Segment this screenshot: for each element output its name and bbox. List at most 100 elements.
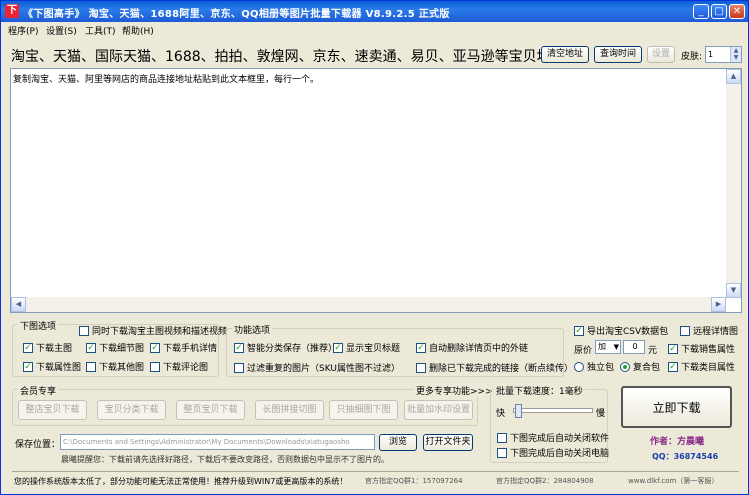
radio-combined[interactable]: 复合包 <box>620 360 660 373</box>
checkbox-label: 下载评论图 <box>163 363 209 373</box>
checkbox-remove-links[interactable]: ✓ 自动删除详情页中的外链 <box>416 341 528 354</box>
skin-value: 1 <box>708 50 714 59</box>
checkbox-remote-detail[interactable]: 远程详情图 <box>680 324 738 337</box>
price-value-input[interactable]: 0 <box>623 340 645 354</box>
function-options-group: 功能选项 ✓ 智能分类保存（推荐） ✓ 显示宝贝标题 ✓ 自动删除详情页中的外链 过滤… <box>226 323 573 377</box>
maximize-button[interactable]: □ <box>711 4 727 19</box>
radio-standalone[interactable]: 独立包 <box>574 360 614 373</box>
checkbox-box[interactable] <box>416 362 426 373</box>
checkmark-icon[interactable]: ✓ <box>574 325 584 336</box>
checkmark-icon[interactable]: ✓ <box>333 342 343 353</box>
checkbox-show-title[interactable]: ✓ 显示宝贝标题 <box>333 341 400 354</box>
long-image-button[interactable]: 长图拼接切图 <box>255 400 324 420</box>
address-label: 淘宝、天猫、国际天猫、1688、拍拍、敦煌网、京东、速卖通、易贝、亚马逊等宝贝地… <box>11 49 570 65</box>
checkbox-detail-image[interactable]: ✓ 下载细节图 <box>86 341 144 354</box>
checkbox-box[interactable] <box>234 362 244 373</box>
checkbox-box[interactable] <box>497 447 507 458</box>
chevron-down-icon[interactable]: ▼ <box>614 341 619 353</box>
checkbox-close-app[interactable]: 下图完成后自动关闭软件 <box>497 431 609 444</box>
address-row: 淘宝、天猫、国际天猫、1688、拍拍、敦煌网、京东、速卖通、易贝、亚马逊等宝贝地… <box>2 39 747 69</box>
clear-address-button[interactable]: 清空地址 <box>541 46 589 63</box>
checkbox-label: 过滤重复的图片（SKU属性图不过滤） <box>247 364 400 374</box>
website-link[interactable]: www.dlkf.com（第一客服） <box>628 476 718 486</box>
vertical-scrollbar[interactable]: ▲ ▼ <box>726 69 741 298</box>
scroll-down-icon[interactable]: ▼ <box>726 283 741 298</box>
title-bar[interactable]: 下 《下图高手》 淘宝、天猫、1688阿里、京东、QQ相册等图片批量下载器 V8… <box>1 1 748 22</box>
radio-button[interactable] <box>620 361 630 372</box>
checkbox-box[interactable] <box>79 325 89 336</box>
checkbox-sales-attr[interactable]: ✓ 下载销售属性 <box>668 342 735 355</box>
open-folder-button[interactable]: 打开文件夹 <box>423 434 473 451</box>
checkbox-label: 下载类目属性 <box>681 363 736 373</box>
query-time-button[interactable]: 查询时间 <box>594 46 642 63</box>
speed-slider-thumb[interactable] <box>515 404 522 418</box>
menu-help[interactable]: 帮助(H) <box>122 24 154 37</box>
spinner-arrows-icon[interactable]: ▲ ▼ <box>730 47 741 62</box>
skin-spinner[interactable]: 1 ▲ ▼ <box>705 46 742 63</box>
checkmark-icon[interactable]: ✓ <box>150 342 160 353</box>
close-button[interactable]: ✕ <box>729 4 745 19</box>
download-now-button[interactable]: 立即下载 <box>621 386 732 428</box>
checkmark-icon[interactable]: ✓ <box>23 361 33 372</box>
price-operator-select[interactable]: 加 ▼ <box>595 340 621 354</box>
checkbox-review-image[interactable]: 下载评论图 <box>150 360 208 373</box>
save-tip: 晨曦提醒您：下载前请先选择好路径，下载后不要改变路径，否则数据包中显示不了图片的… <box>61 455 389 464</box>
app-icon: 下 <box>5 4 19 18</box>
checkmark-icon[interactable]: ✓ <box>86 342 96 353</box>
speed-fast-label: 快 <box>496 409 506 419</box>
menu-bar: 程序(P) 设置(S) 工具(T) 帮助(H) <box>2 22 747 37</box>
menu-settings[interactable]: 设置(S) <box>46 24 77 37</box>
checkbox-delete-done[interactable]: 删除已下载完成的链接（断点续传） <box>416 361 573 374</box>
checkbox-box[interactable] <box>86 361 96 372</box>
scroll-up-icon[interactable]: ▲ <box>726 69 741 84</box>
save-path-input[interactable]: C:\Documents and Settings\Administrator\… <box>60 434 375 450</box>
minimize-button[interactable]: _ <box>693 4 709 19</box>
shop-download-button[interactable]: 整店宝贝下载 <box>18 400 87 420</box>
radio-label: 独立包 <box>587 363 615 373</box>
checkbox-other-image[interactable]: 下载其他图 <box>86 360 144 373</box>
checkbox-mobile-detail[interactable]: ✓ 下载手机详情 <box>150 341 217 354</box>
download-options-group: 下图选项 同时下载淘宝主图视频和描述视频 ✓ 下载主图 ✓ 下载细节图 ✓ 下载手机详… <box>12 319 227 377</box>
checkbox-attribute-image[interactable]: ✓ 下载属性图 <box>23 360 81 373</box>
checkbox-smart-save[interactable]: ✓ 智能分类保存（推荐） <box>234 341 337 354</box>
textarea-hint: 复制淘宝、天猫、阿里等网店的商品连接地址粘贴到此文本框里，每行一个。 <box>13 75 320 85</box>
detail-only-button[interactable]: 只抽细图下图 <box>329 400 398 420</box>
qq-group-2: 官方指定QQ群2：284804908 <box>496 477 594 485</box>
checkbox-shutdown-pc[interactable]: 下图完成后自动关闭电脑 <box>497 446 609 459</box>
checkbox-label: 导出淘宝CSV数据包 <box>587 327 669 337</box>
checkbox-export-csv[interactable]: ✓ 导出淘宝CSV数据包 <box>574 324 668 337</box>
member-title: 会员专享 <box>18 384 59 397</box>
checkmark-icon[interactable]: ✓ <box>668 343 678 354</box>
browse-button[interactable]: 浏览 <box>379 434 417 451</box>
checkbox-category-attr[interactable]: ✓ 下载类目属性 <box>668 360 735 373</box>
scroll-left-icon[interactable]: ◀ <box>11 297 26 312</box>
checkbox-box[interactable] <box>680 325 690 336</box>
checkmark-icon[interactable]: ✓ <box>416 342 426 353</box>
scroll-right-icon[interactable]: ▶ <box>711 297 726 312</box>
checkbox-filter-duplicates[interactable]: 过滤重复的图片（SKU属性图不过滤） <box>234 361 400 374</box>
url-textarea[interactable]: 复制淘宝、天猫、阿里等网店的商品连接地址粘贴到此文本框里，每行一个。 ▲ ▼ ◀… <box>10 68 742 313</box>
checkmark-icon[interactable]: ✓ <box>23 342 33 353</box>
checkbox-box[interactable] <box>497 432 507 443</box>
checkbox-main-image[interactable]: ✓ 下载主图 <box>23 341 72 354</box>
status-bar: 您的操作系统版本太低了，部分功能可能无法正常使用！推荐升级到WIN7或更高版本的… <box>2 471 747 495</box>
download-options-title: 下图选项 <box>18 319 59 332</box>
checkmark-icon[interactable]: ✓ <box>668 361 678 372</box>
settings-button[interactable]: 设置 <box>647 46 675 63</box>
category-download-button[interactable]: 宝贝分类下载 <box>97 400 166 420</box>
checkbox-video[interactable]: 同时下载淘宝主图视频和描述视频 <box>79 324 227 337</box>
watermark-button[interactable]: 批量加水印设置 <box>404 400 473 420</box>
page-download-button[interactable]: 整页宝贝下载 <box>176 400 245 420</box>
menu-tools[interactable]: 工具(T) <box>85 24 116 37</box>
checkbox-label: 下载手机详情 <box>163 344 218 354</box>
more-features-link[interactable]: 更多专享功能>>> <box>414 384 495 397</box>
radio-button[interactable] <box>574 361 584 372</box>
speed-slider-track[interactable] <box>513 404 593 418</box>
checkbox-label: 智能分类保存（推荐） <box>247 344 338 354</box>
function-options-title: 功能选项 <box>232 323 273 336</box>
menu-program[interactable]: 程序(P) <box>8 24 38 37</box>
speed-slow-label: 慢 <box>596 409 606 419</box>
horizontal-scrollbar[interactable]: ◀ ▶ <box>11 297 726 312</box>
checkmark-icon[interactable]: ✓ <box>234 342 244 353</box>
checkbox-box[interactable] <box>150 361 160 372</box>
